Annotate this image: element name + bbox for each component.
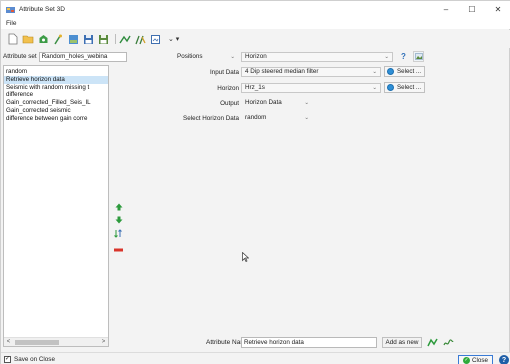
title-bar: Attribute Set 3D – ☐ ✕ xyxy=(1,1,510,18)
maximize-button[interactable]: ☐ xyxy=(459,1,485,18)
horizon-value: Hrz_1s xyxy=(245,84,265,91)
output-value: Horizon Data xyxy=(245,99,282,106)
save-on-close-label: Save on Close xyxy=(14,356,55,363)
save-on-close-checkbox[interactable]: ✓ Save on Close xyxy=(4,356,55,363)
list-item[interactable]: random xyxy=(4,68,108,76)
move-down-icon[interactable] xyxy=(114,215,123,224)
import-icon[interactable] xyxy=(67,33,79,45)
attribute-set-field[interactable]: Random_holes_webina xyxy=(38,51,127,62)
chevron-down-icon: ⌄ xyxy=(230,54,235,60)
input-data-dropdown[interactable]: 4 Dip steered median filter ⌄ xyxy=(241,67,381,77)
chevron-down-icon: ⌄ xyxy=(384,54,389,60)
app-icon xyxy=(6,6,15,14)
help-icon[interactable]: ? xyxy=(398,51,409,62)
apply-icon[interactable] xyxy=(426,337,438,348)
horizon-dropdown[interactable]: Hrz_1s ⌄ xyxy=(241,83,381,93)
scroll-left-icon[interactable]: < xyxy=(4,338,13,347)
attribute-set-window: Attribute Set 3D – ☐ ✕ File ⌄ ▾ Attribut… xyxy=(0,0,510,364)
open-folder-icon[interactable] xyxy=(22,33,34,45)
new-file-icon[interactable] xyxy=(7,33,19,45)
save-icon[interactable] xyxy=(82,33,94,45)
chevron-down-icon: ⌄ xyxy=(304,115,309,121)
select-horizon-data-value: random xyxy=(245,114,267,121)
check-circle-icon: ✓ xyxy=(462,356,470,364)
toolbar-separator xyxy=(115,34,116,44)
select-horizon-button[interactable]: Select ... xyxy=(384,82,426,93)
sort-icon[interactable] xyxy=(114,229,123,238)
close-button-label: Close xyxy=(471,356,489,364)
input-data-value: 4 Dip steered median filter xyxy=(245,68,319,75)
select-icon xyxy=(387,84,394,91)
select-button-label: Select ... xyxy=(397,84,422,91)
close-button[interactable]: ✓ Close xyxy=(458,355,493,364)
mouse-cursor-icon xyxy=(242,251,250,264)
crossplot-icon[interactable] xyxy=(134,33,146,45)
menu-bar: File xyxy=(1,18,510,29)
select-horizon-data-dropdown[interactable]: random ⌄ xyxy=(241,113,313,123)
add-as-new-button[interactable]: Add as new xyxy=(382,337,422,348)
list-item[interactable]: Gain_corrected_Filled_Seis_IL xyxy=(4,99,108,107)
list-item[interactable]: Seismic with random missing t xyxy=(4,84,108,92)
method-selector-value: Horizon xyxy=(245,53,267,60)
output-dropdown[interactable]: Horizon Data ⌄ xyxy=(241,98,313,108)
chevron-down-icon: ⌄ xyxy=(372,85,377,91)
toolbar: ⌄ ▾ xyxy=(1,30,510,48)
scroll-right-icon[interactable]: > xyxy=(99,338,108,347)
wizard-icon[interactable] xyxy=(52,33,64,45)
select-input-data-button[interactable]: Select ... xyxy=(384,66,426,77)
horizon-label: Horizon xyxy=(217,85,239,92)
list-item-selected[interactable]: Retrieve horizon data xyxy=(4,75,108,84)
chevron-down-icon: ⌄ xyxy=(372,69,377,75)
select-icon xyxy=(387,68,394,75)
window-title: Attribute Set 3D xyxy=(19,6,65,13)
category-selector[interactable]: Positions ⌄ xyxy=(173,52,239,62)
select-horizon-data-label: Select Horizon Data xyxy=(183,115,239,122)
display-icon[interactable] xyxy=(149,33,161,45)
help-circle-icon[interactable]: ? xyxy=(499,355,509,364)
image-icon[interactable] xyxy=(413,51,424,62)
input-data-label: Input Data xyxy=(209,69,239,76)
attribute-name-field[interactable]: Retrieve horizon data xyxy=(241,337,377,348)
method-selector[interactable]: Horizon ⌄ xyxy=(241,52,393,62)
list-item[interactable]: difference between gain corre xyxy=(4,115,108,123)
output-label: Output xyxy=(220,100,239,107)
evaluate-icon[interactable] xyxy=(119,33,131,45)
toolbar-overflow-icon[interactable]: ⌄ ▾ xyxy=(168,35,179,43)
list-item[interactable]: Gain_corrected seismic xyxy=(4,107,108,115)
select-button-label: Select ... xyxy=(397,68,422,75)
save-as-icon[interactable] xyxy=(97,33,109,45)
move-up-icon[interactable] xyxy=(114,202,123,211)
attribute-set-row: Attribute set Random_holes_webina xyxy=(3,51,127,62)
category-selector-value: Positions xyxy=(177,53,203,60)
attribute-set-label: Attribute set xyxy=(3,53,37,60)
evaluate-attribute-icon[interactable] xyxy=(442,337,454,348)
checkbox-checked-icon[interactable]: ✓ xyxy=(4,356,11,363)
list-item[interactable]: difference xyxy=(4,91,108,99)
attribute-list-items: random Retrieve horizon data Seismic wit… xyxy=(4,66,108,123)
close-window-button[interactable]: ✕ xyxy=(485,1,510,18)
menu-file[interactable]: File xyxy=(6,20,16,27)
window-controls: – ☐ ✕ xyxy=(433,1,510,18)
status-bar: ✓ Save on Close ✓ Close ? xyxy=(1,352,510,364)
scroll-track[interactable] xyxy=(13,338,99,347)
remove-icon[interactable] xyxy=(114,245,123,254)
minimize-button[interactable]: – xyxy=(433,1,459,18)
default-set-icon[interactable] xyxy=(37,33,49,45)
scroll-thumb[interactable] xyxy=(15,339,59,345)
attribute-list[interactable]: random Retrieve horizon data Seismic wit… xyxy=(3,65,109,347)
chevron-down-icon: ⌄ xyxy=(304,100,309,106)
horizontal-scrollbar[interactable]: < > xyxy=(4,337,108,346)
